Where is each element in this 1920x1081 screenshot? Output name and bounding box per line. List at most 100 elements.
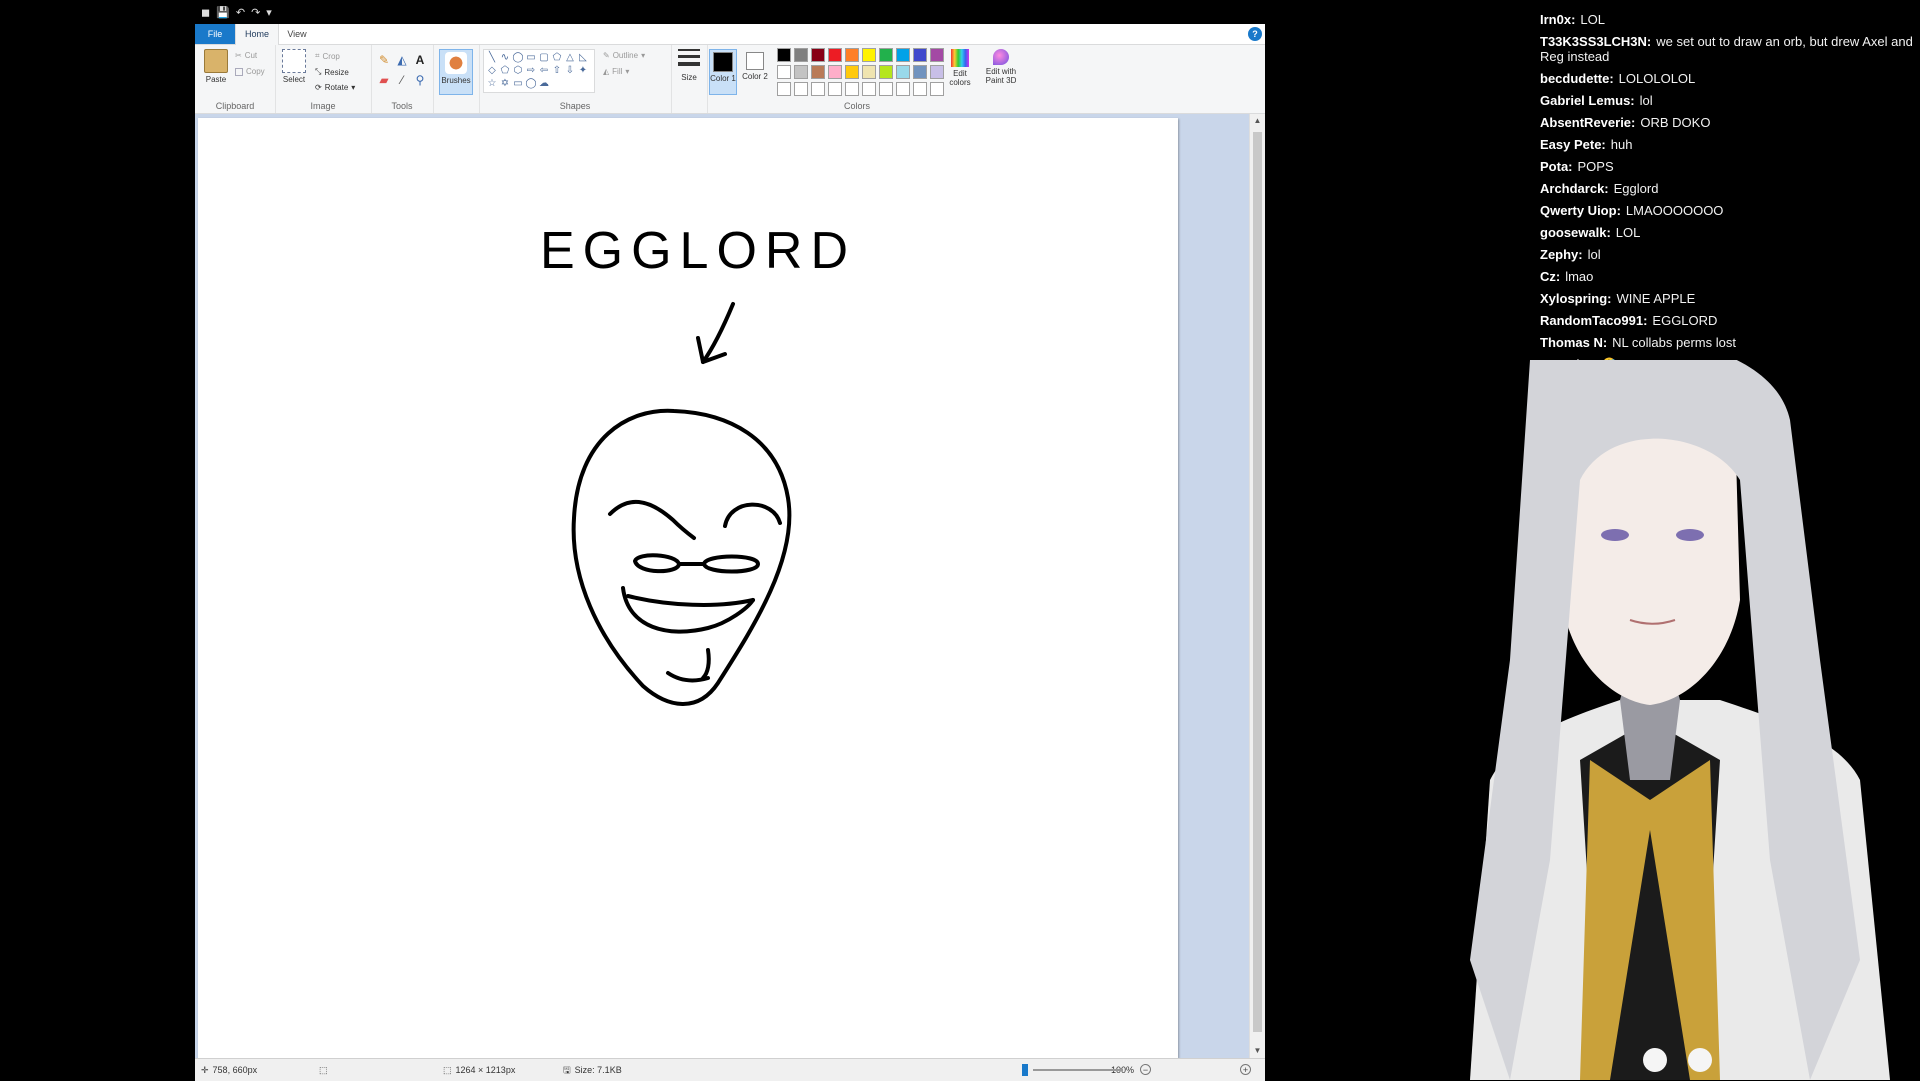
color-swatch[interactable] [794,65,808,79]
color-swatch[interactable] [913,82,927,96]
drawing-canvas[interactable]: EGGLORD [198,118,1178,1058]
diamond-shape-icon[interactable]: ◇ [486,65,498,77]
fill-bucket-icon[interactable]: ◭ [395,53,409,67]
right-arrow-shape-icon[interactable]: ⇨ [525,65,537,77]
color-swatch[interactable] [913,48,927,62]
zoom-slider-thumb[interactable] [1022,1064,1028,1076]
chat-username[interactable]: AbsentReverie: [1540,115,1635,130]
shapes-gallery[interactable]: ╲ ∿ ◯ ▭ ▢ ⬠ △ ◺ ◇ ⬠ ⬡ ⇨ ⇦ ⇧ ⇩ ✦ ☆ ✡ ▭ ◯ [483,49,595,93]
chat-username[interactable]: Archdarck: [1540,181,1609,196]
customize-dropdown-icon[interactable]: ▾ [266,6,272,19]
curve-shape-icon[interactable]: ∿ [499,52,511,64]
color-swatch[interactable] [811,48,825,62]
color-swatch[interactable] [828,82,842,96]
down-arrow-shape-icon[interactable]: ⇩ [564,65,576,77]
color2-button[interactable]: Color 2 [741,49,769,81]
size-button[interactable]: Size [672,49,706,82]
oval-shape-icon[interactable]: ◯ [512,52,524,64]
paste-button[interactable]: Paste [199,49,233,84]
color-swatch[interactable] [862,82,876,96]
magnifier-icon[interactable]: ⚲ [413,73,427,87]
vertical-scrollbar[interactable]: ▲ ▼ [1249,114,1265,1058]
color-swatch[interactable] [777,82,791,96]
six-point-star-shape-icon[interactable]: ✡ [499,78,511,90]
right-triangle-shape-icon[interactable]: ◺ [577,52,589,64]
color-swatch[interactable] [879,48,893,62]
color1-button[interactable]: Color 1 [709,49,737,95]
chat-username[interactable]: goosewalk: [1540,225,1611,240]
brushes-button[interactable]: Brushes [439,49,473,95]
zoom-in-icon[interactable]: + [1240,1064,1251,1075]
redo-icon[interactable]: ↷ [251,6,260,19]
color-swatch[interactable] [879,65,893,79]
color-swatch[interactable] [794,48,808,62]
triangle-shape-icon[interactable]: △ [564,52,576,64]
scroll-up-icon[interactable]: ▲ [1250,114,1265,128]
crop-button[interactable]: ⌗ Crop [315,51,340,61]
rounded-rectangle-shape-icon[interactable]: ▢ [538,52,550,64]
polygon-shape-icon[interactable]: ⬠ [551,52,563,64]
edit-colors-button[interactable]: Edit colors [945,49,975,87]
chat-username[interactable]: Qwerty Uiop: [1540,203,1621,218]
fill-button[interactable]: ◭ Fill ▾ [603,67,629,76]
color-swatch[interactable] [913,65,927,79]
chat-username[interactable]: becdudette: [1540,71,1614,86]
color-swatch[interactable] [930,65,944,79]
undo-icon[interactable]: ↶ [236,6,245,19]
chat-username[interactable]: Gabriel Lemus: [1540,93,1635,108]
five-point-star-shape-icon[interactable]: ☆ [486,78,498,90]
color-swatch[interactable] [777,65,791,79]
color-swatch[interactable] [862,48,876,62]
zoom-slider[interactable] [1033,1069,1123,1071]
four-point-star-shape-icon[interactable]: ✦ [577,65,589,77]
color-swatch[interactable] [811,82,825,96]
color-swatch[interactable] [930,82,944,96]
outline-button[interactable]: ✎ Outline ▾ [603,51,645,60]
tab-home[interactable]: Home [235,24,279,45]
pentagon-shape-icon[interactable]: ⬠ [499,65,511,77]
scrollbar-thumb[interactable] [1253,132,1262,1032]
up-arrow-shape-icon[interactable]: ⇧ [551,65,563,77]
tab-file[interactable]: File [195,24,235,44]
eraser-icon[interactable]: ▰ [377,73,391,87]
color-swatch[interactable] [845,48,859,62]
chat-username[interactable]: RandomTaco991: [1540,313,1647,328]
color-swatch[interactable] [811,65,825,79]
chat-username[interactable]: Easy Pete: [1540,137,1606,152]
color-swatch[interactable] [828,65,842,79]
color-swatch[interactable] [879,82,893,96]
select-button[interactable]: Select [277,49,311,84]
help-icon[interactable]: ? [1248,27,1262,41]
cut-button[interactable]: ✂ Cut [235,51,257,60]
color-swatch[interactable] [794,82,808,96]
text-tool-icon[interactable]: A [413,53,427,67]
color-picker-icon[interactable]: ⁄ [395,73,409,87]
line-shape-icon[interactable]: ╲ [486,52,498,64]
color-swatch[interactable] [896,65,910,79]
rotate-button[interactable]: ⟳ Rotate ▾ [315,83,355,92]
chat-username[interactable]: Irn0x: [1540,12,1575,27]
color-swatch[interactable] [845,65,859,79]
zoom-out-icon[interactable]: − [1140,1064,1151,1075]
hexagon-shape-icon[interactable]: ⬡ [512,65,524,77]
color-swatch[interactable] [777,48,791,62]
chat-username[interactable]: Zephy: [1540,247,1583,262]
chat-username[interactable]: T33K3SS3LCH3N: [1540,34,1651,49]
chat-username[interactable]: Thomas N: [1540,335,1607,350]
color-swatch[interactable] [845,82,859,96]
color-swatch[interactable] [930,48,944,62]
copy-button[interactable]: Copy [235,67,265,76]
rectangle-shape-icon[interactable]: ▭ [525,52,537,64]
chat-username[interactable]: Cz: [1540,269,1560,284]
pencil-icon[interactable]: ✎ [377,53,391,67]
callout-cloud-shape-icon[interactable]: ☁ [538,78,550,90]
callout-oval-shape-icon[interactable]: ◯ [525,78,537,90]
chat-username[interactable]: Pota: [1540,159,1573,174]
color-swatch[interactable] [896,82,910,96]
callout-rect-shape-icon[interactable]: ▭ [512,78,524,90]
color-swatch[interactable] [862,65,876,79]
color-swatch[interactable] [896,48,910,62]
left-arrow-shape-icon[interactable]: ⇦ [538,65,550,77]
resize-button[interactable]: ⤡ Resize [315,67,349,77]
color-swatch[interactable] [828,48,842,62]
